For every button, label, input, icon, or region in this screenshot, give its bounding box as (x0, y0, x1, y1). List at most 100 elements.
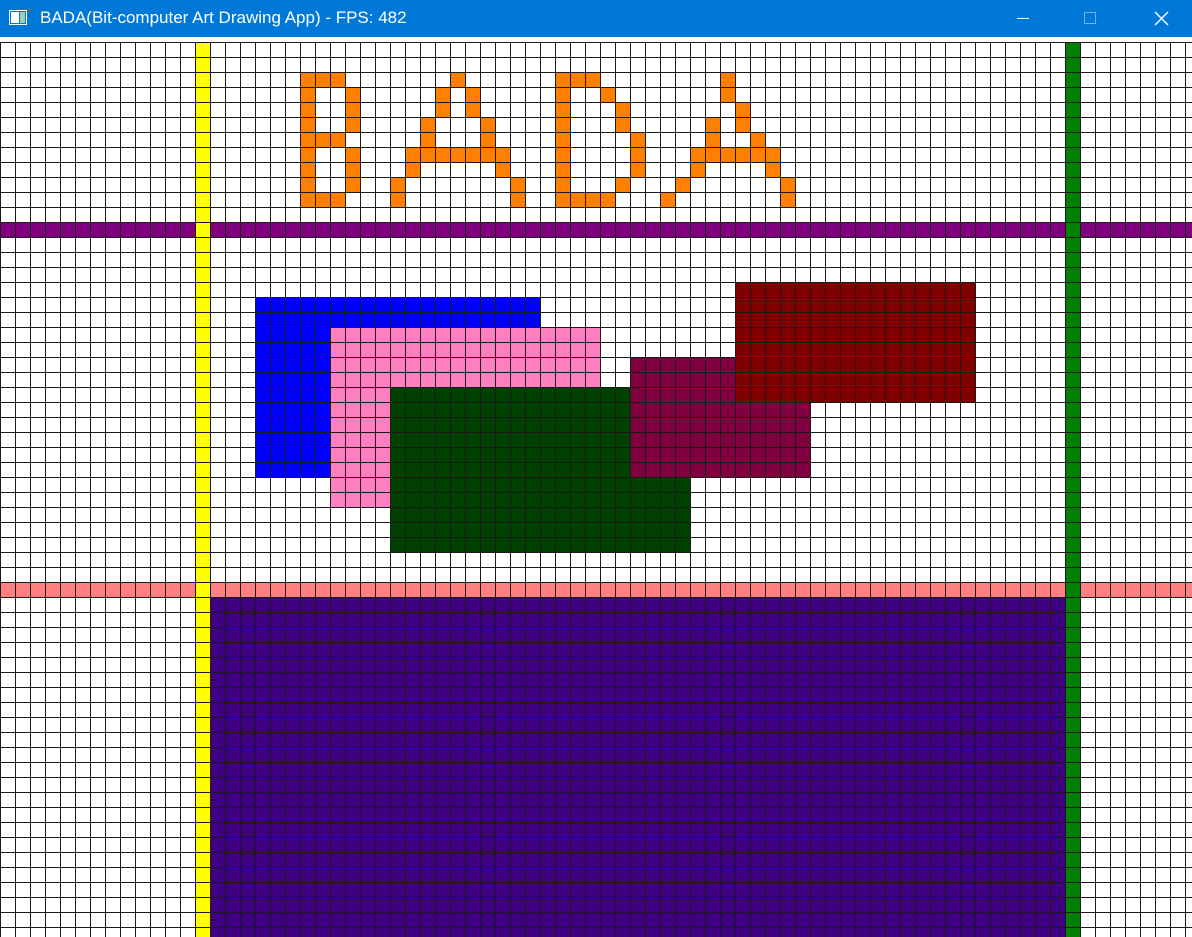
banner-pixel (450, 147, 465, 162)
banner-pixel (630, 162, 645, 177)
green-column (1065, 42, 1080, 937)
banner-pixel (735, 117, 750, 132)
banner-pixel (555, 72, 570, 87)
banner-pixel (420, 132, 435, 147)
banner-pixel (630, 132, 645, 147)
banner-pixel (735, 102, 750, 117)
banner-pixel (720, 87, 735, 102)
banner-pixel (600, 192, 615, 207)
close-icon (1154, 11, 1169, 26)
banner-pixel (315, 192, 330, 207)
banner-pixel (750, 132, 765, 147)
banner-pixel (300, 177, 315, 192)
banner-pixel (300, 87, 315, 102)
banner-pixel (660, 192, 675, 207)
banner-pixel (300, 162, 315, 177)
minimize-button[interactable] (1000, 0, 1046, 37)
banner-pixel (495, 162, 510, 177)
window-title: BADA(Bit-computer Art Drawing App) - FPS… (40, 8, 407, 27)
banner-pixel (765, 162, 780, 177)
banner-pixel (510, 177, 525, 192)
banner-pixel (765, 147, 780, 162)
banner-pixel (555, 177, 570, 192)
banner-pixel (300, 147, 315, 162)
banner-pixel (390, 192, 405, 207)
banner-pixel (690, 147, 705, 162)
banner-pixel (585, 192, 600, 207)
salmon-band (0, 582, 1192, 597)
banner-pixel (315, 72, 330, 87)
banner-pixel (690, 162, 705, 177)
banner-pixel (600, 87, 615, 102)
app-window-icon (9, 10, 27, 25)
purple-band (0, 222, 1192, 237)
title-bar[interactable]: BADA(Bit-computer Art Drawing App) - FPS… (0, 0, 1192, 37)
banner-pixel (420, 117, 435, 132)
banner-pixel (750, 147, 765, 162)
banner-pixel (300, 132, 315, 147)
banner-pixel (555, 162, 570, 177)
banner-pixel (405, 162, 420, 177)
banner-pixel (300, 72, 315, 87)
banner-pixel (300, 102, 315, 117)
banner-pixel (345, 102, 360, 117)
drawing-canvas[interactable] (0, 42, 1192, 937)
banner-pixel (675, 177, 690, 192)
banner-pixel (720, 147, 735, 162)
pixel-grid[interactable] (0, 42, 1192, 937)
banner-pixel (465, 147, 480, 162)
banner-pixel (720, 72, 735, 87)
banner-pixel (705, 117, 720, 132)
banner-pixel (555, 147, 570, 162)
banner-pixel (345, 177, 360, 192)
banner-pixel (555, 132, 570, 147)
banner-pixel (480, 147, 495, 162)
banner-pixel (345, 87, 360, 102)
banner-pixel (330, 132, 345, 147)
banner-pixel (585, 72, 600, 87)
banner-pixel (420, 147, 435, 162)
banner-pixel (780, 192, 795, 207)
banner-pixel (390, 177, 405, 192)
banner-pixel (780, 177, 795, 192)
maximize-button[interactable] (1067, 0, 1113, 37)
banner-pixel (300, 192, 315, 207)
banner-pixel (495, 147, 510, 162)
banner-pixel (330, 192, 345, 207)
banner-pixel (705, 132, 720, 147)
banner-pixel (315, 132, 330, 147)
banner-pixel (480, 117, 495, 132)
banner-pixel (705, 147, 720, 162)
banner-pixel (555, 192, 570, 207)
indigo-block (210, 597, 1065, 937)
banner-pixel (615, 117, 630, 132)
banner-pixel (300, 117, 315, 132)
banner-pixel (435, 102, 450, 117)
yellow-column (195, 42, 210, 937)
banner-pixel (435, 147, 450, 162)
minimize-icon (1017, 18, 1029, 19)
banner-pixel (735, 147, 750, 162)
banner-pixel (630, 147, 645, 162)
banner-pixel (555, 87, 570, 102)
banner-pixel (450, 72, 465, 87)
banner-pixel (480, 132, 495, 147)
banner-pixel (465, 87, 480, 102)
banner-pixel (435, 87, 450, 102)
banner-pixel (345, 162, 360, 177)
banner-pixel (510, 192, 525, 207)
banner-pixel (405, 147, 420, 162)
banner-pixel (465, 102, 480, 117)
banner-pixel (555, 102, 570, 117)
banner-pixel (615, 177, 630, 192)
banner-pixel (330, 72, 345, 87)
banner-pixel (555, 117, 570, 132)
close-button[interactable] (1138, 0, 1184, 37)
banner-pixel (615, 102, 630, 117)
banner-pixel (345, 147, 360, 162)
banner-pixel (345, 117, 360, 132)
maximize-icon (1084, 12, 1096, 24)
banner-pixel (570, 72, 585, 87)
app-window: BADA(Bit-computer Art Drawing App) - FPS… (0, 0, 1192, 937)
banner-pixel (570, 192, 585, 207)
